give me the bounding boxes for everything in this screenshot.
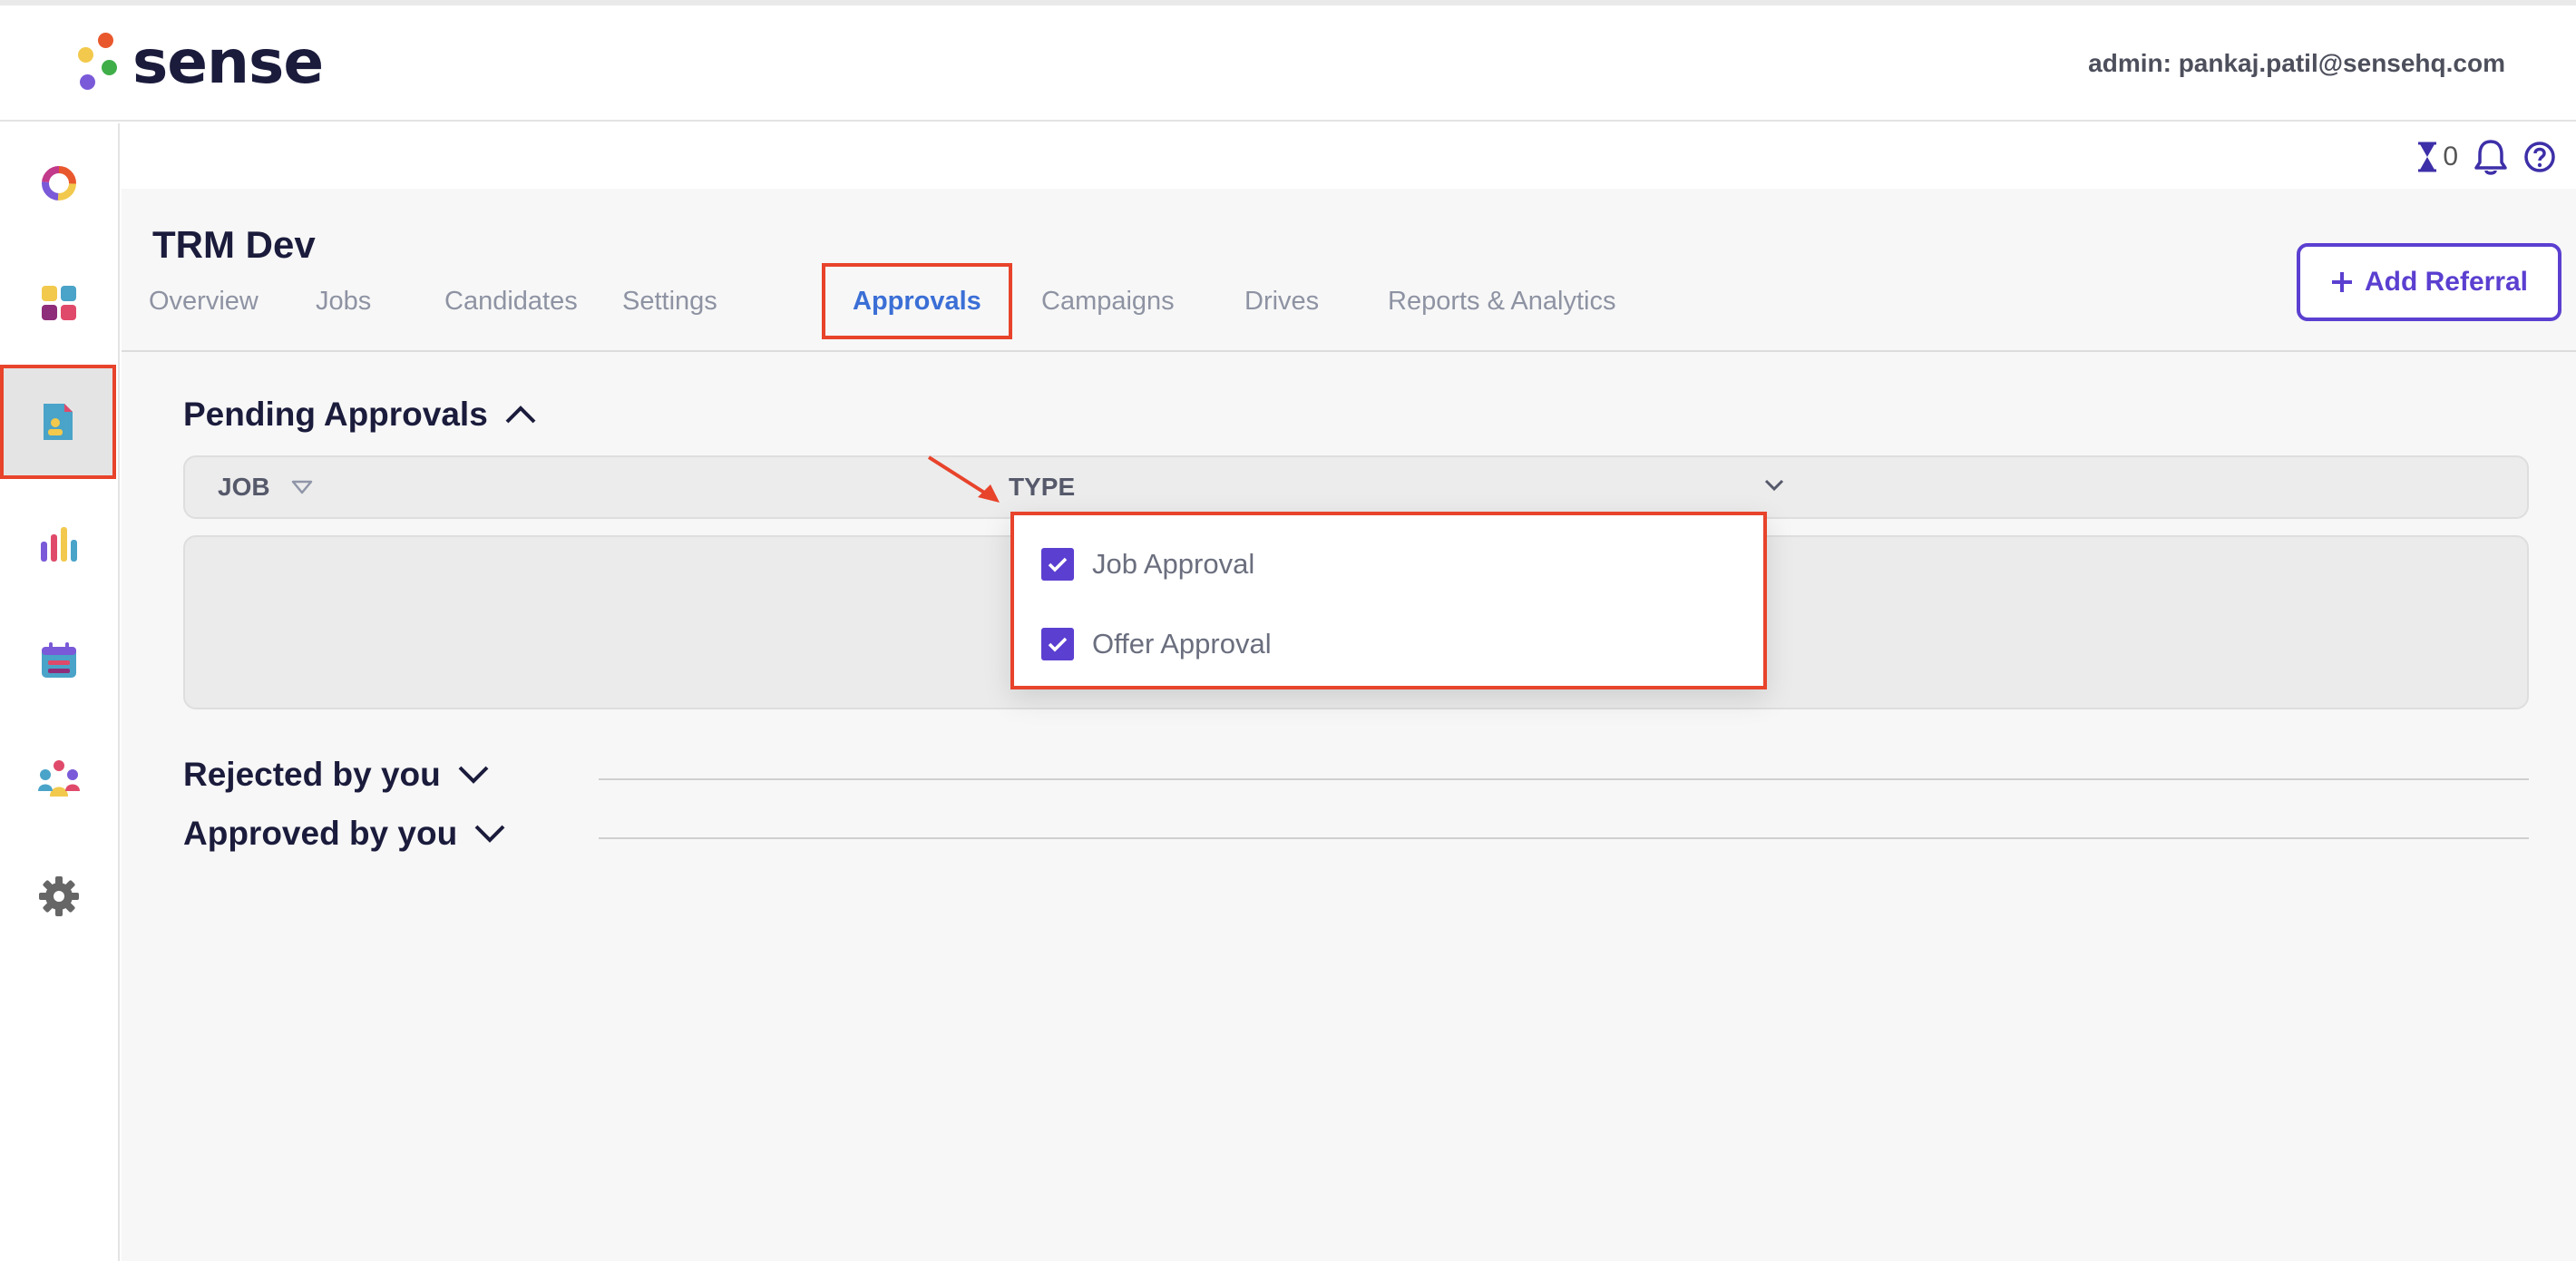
dashboard-grid-icon	[42, 286, 76, 320]
donut-chart-icon	[42, 166, 76, 200]
annotation-arrow-icon	[927, 455, 1000, 503]
rejected-by-you-toggle[interactable]: Rejected by you	[183, 756, 490, 794]
app-header: sense admin: pankaj.patil@sensehq.com	[0, 5, 2576, 122]
tab-drives[interactable]: Drives	[1244, 276, 1319, 327]
sidebar-item-home[interactable]	[0, 129, 118, 238]
tab-approvals[interactable]: Approvals	[822, 263, 1012, 339]
sense-logo[interactable]: sense	[73, 25, 324, 98]
tabs-divider	[122, 350, 2576, 352]
chevron-down-icon	[458, 766, 489, 784]
type-filter-dropdown: Job Approval Offer Approval	[1010, 512, 1767, 689]
rejected-by-you-title: Rejected by you	[183, 756, 441, 793]
plus-icon	[2331, 272, 2352, 292]
job-column-label: JOB	[218, 473, 270, 501]
pending-counter[interactable]: 0	[2415, 142, 2458, 172]
approved-by-you-title: Approved by you	[183, 815, 458, 852]
admin-account-label[interactable]: admin: pankaj.patil@sensehq.com	[2088, 49, 2505, 78]
sidebar	[0, 123, 120, 1261]
sidebar-item-dashboard[interactable]	[0, 249, 118, 357]
sidebar-item-analytics[interactable]	[0, 490, 118, 599]
type-column-label: TYPE	[1009, 473, 1076, 501]
chevron-down-icon	[474, 825, 505, 843]
job-approval-label: Job Approval	[1092, 548, 1255, 580]
people-group-icon	[38, 760, 80, 797]
chevron-up-icon	[505, 406, 536, 424]
gear-icon	[39, 876, 79, 916]
type-column-header[interactable]: TYPE	[1009, 457, 1803, 517]
approved-divider	[599, 837, 2529, 839]
sidebar-item-calendar[interactable]	[0, 606, 118, 715]
offer-approval-option[interactable]: Offer Approval	[1041, 621, 1272, 668]
tab-reports-analytics[interactable]: Reports & Analytics	[1388, 276, 1615, 327]
tab-campaigns[interactable]: Campaigns	[1041, 276, 1175, 327]
add-referral-label: Add Referral	[2364, 267, 2529, 297]
hourglass-icon	[2418, 142, 2437, 172]
sidebar-item-community[interactable]	[0, 724, 118, 833]
counter-value: 0	[2443, 142, 2458, 171]
sort-down-icon	[291, 480, 312, 494]
bell-icon[interactable]	[2473, 138, 2509, 176]
job-approval-option[interactable]: Job Approval	[1041, 541, 1254, 588]
job-approval-checkbox[interactable]	[1041, 548, 1074, 581]
logo-text: sense	[132, 26, 324, 97]
main-content: 0 TRM Dev Add Referral Overview Jobs Can…	[122, 123, 2576, 1261]
approved-by-you-toggle[interactable]: Approved by you	[183, 815, 506, 853]
help-icon[interactable]	[2523, 141, 2556, 173]
tab-settings[interactable]: Settings	[622, 276, 717, 327]
sidebar-item-referrals[interactable]	[0, 365, 116, 479]
pending-approvals-toggle[interactable]: Pending Approvals	[183, 396, 537, 434]
pending-approvals-title: Pending Approvals	[183, 396, 488, 433]
chevron-down-icon	[1764, 479, 1784, 492]
check-icon	[1048, 637, 1068, 652]
job-column-header[interactable]: JOB	[218, 457, 314, 517]
offer-approval-label: Offer Approval	[1092, 628, 1272, 660]
tab-jobs[interactable]: Jobs	[316, 276, 371, 327]
calendar-icon	[42, 642, 76, 678]
document-user-icon	[44, 404, 73, 440]
add-referral-button[interactable]: Add Referral	[2297, 243, 2561, 321]
logo-dots-icon	[73, 29, 120, 94]
sidebar-item-settings[interactable]	[0, 842, 118, 951]
toolbar-actions: 0	[2415, 138, 2556, 176]
page-title: TRM Dev	[152, 223, 316, 266]
tab-overview[interactable]: Overview	[149, 276, 259, 327]
bar-chart-icon	[41, 527, 77, 562]
check-icon	[1048, 557, 1068, 572]
pending-table-header: JOB TYPE	[183, 455, 2529, 519]
offer-approval-checkbox[interactable]	[1041, 628, 1074, 660]
top-toolbar: 0	[122, 123, 2576, 189]
tab-candidates[interactable]: Candidates	[444, 276, 578, 327]
rejected-divider	[599, 778, 2529, 780]
